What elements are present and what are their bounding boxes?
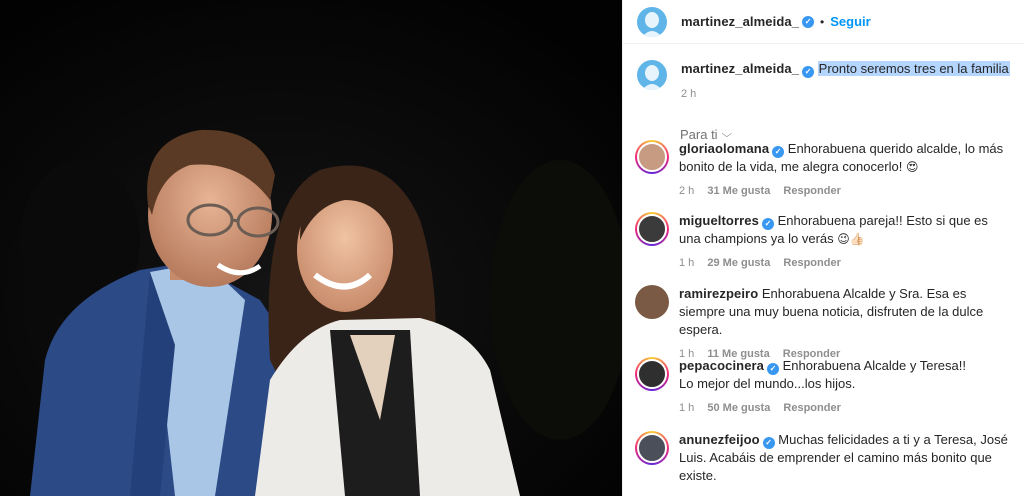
separator-dot: • [820,14,825,29]
couple-photo-illustration [0,0,622,496]
comment-body: gloriaolomana ✓ Enhorabuena querido alcal… [679,140,1011,200]
comment-emoji: 😉👍🏻 [837,232,865,246]
post-caption: martinez_almeida_ ✓ Pronto seremos tres e… [623,44,1024,103]
caption-username[interactable]: martinez_almeida_ [681,61,799,76]
avatar-face-icon [642,11,662,37]
comment-body: anunezfeijoo ✓ Muchas felicidades a ti y … [679,431,1011,485]
comment-likes[interactable]: 50 Me gusta [707,402,770,414]
comment-item: migueltorres ✓ Enhorabuena pareja!! Esto … [623,212,1024,272]
author-username[interactable]: martinez_almeida_ [681,14,799,29]
reply-button[interactable]: Responder [783,402,840,414]
commenter-avatar[interactable] [635,285,669,319]
comment-username[interactable]: anunezfeijoo [679,432,760,447]
comment-body: pepacocinera ✓ Enhorabuena Alcalde y Tere… [679,357,966,417]
comment-body: migueltorres ✓ Enhorabuena pareja!! Esto … [679,212,1011,272]
caption-timestamp[interactable]: 2 h [681,85,1010,103]
verified-badge-icon: ✓ [762,437,775,449]
post-header: martinez_almeida_ ✓ • Seguir [623,0,1024,44]
comment-username[interactable]: migueltorres [679,213,759,228]
comment-text: Enhorabuena Alcalde y Teresa!! [782,358,966,373]
verified-badge-icon: ✓ [767,363,780,375]
verified-badge-icon: ✓ [772,146,785,158]
comment-body: ramirezpeiro Enhorabuena Alcalde y Sra. … [679,285,1011,363]
comment-username[interactable]: gloriaolomana [679,141,769,156]
avatar-face-icon [642,65,662,90]
commenter-avatar[interactable] [635,212,669,246]
caption-body: martinez_almeida_ ✓ Pronto seremos tres e… [681,60,1010,103]
comment-time[interactable]: 1 h [679,257,694,269]
commenter-avatar[interactable] [635,140,669,174]
comment-time[interactable]: 1 h [679,402,694,414]
comment-item: anunezfeijoo ✓ Muchas felicidades a ti y … [623,431,1024,485]
caption-author-avatar[interactable] [637,60,667,90]
comment-item: gloriaolomana ✓ Enhorabuena querido alcal… [623,140,1024,200]
comment-time[interactable]: 2 h [679,185,694,197]
reply-button[interactable]: Responder [783,257,840,269]
chevron-down-icon: ⌵ [721,129,732,140]
post-side-panel: martinez_almeida_ ✓ • Seguir martinez_al… [622,0,1024,496]
follow-button[interactable]: Seguir [830,14,870,29]
author-avatar[interactable] [637,6,667,37]
comment-likes[interactable]: 29 Me gusta [707,257,770,269]
post-photo[interactable] [0,0,622,496]
comment-meta: 1 h 50 Me gusta Responder [679,399,966,417]
verified-badge-icon: ✓ [802,15,815,28]
comment-text-line2: Lo mejor del mundo...los hijos. [679,376,856,391]
commenter-avatar[interactable] [635,431,669,465]
comment-meta: 1 h 29 Me gusta Responder [679,254,1011,272]
comment-username[interactable]: pepacocinera [679,358,764,373]
commenter-avatar[interactable] [635,357,669,391]
comment-emoji: 😍 [905,160,919,174]
comment-likes[interactable]: 31 Me gusta [707,185,770,197]
verified-badge-icon: ✓ [761,218,774,230]
comment-username[interactable]: ramirezpeiro [679,286,758,301]
caption-text: Pronto seremos tres en la familia [817,61,1010,76]
verified-badge-icon: ✓ [802,66,815,78]
comment-item: pepacocinera ✓ Enhorabuena Alcalde y Tere… [623,357,1024,417]
comment-item: ramirezpeiro Enhorabuena Alcalde y Sra. … [623,285,1024,363]
reply-button[interactable]: Responder [783,185,840,197]
comment-meta: 2 h 31 Me gusta Responder [679,182,1011,200]
